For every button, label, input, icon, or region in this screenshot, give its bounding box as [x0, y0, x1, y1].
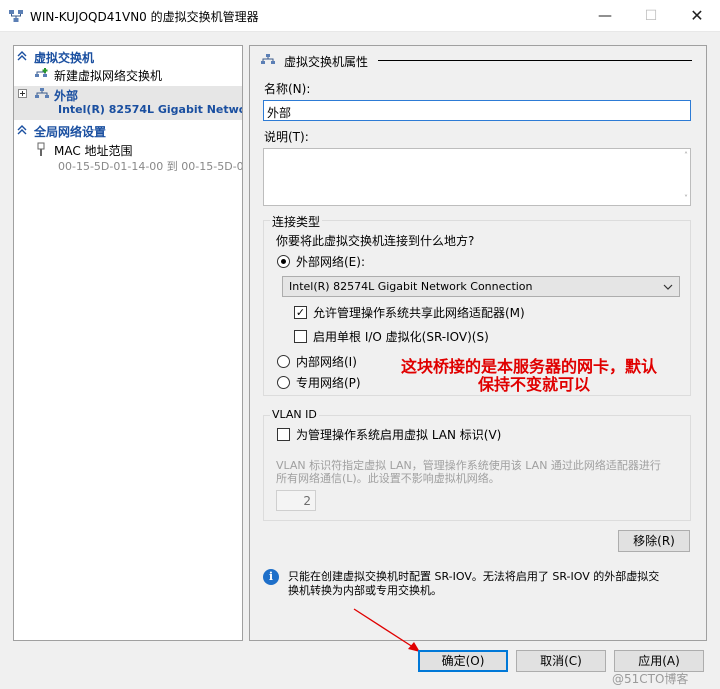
maximize-button[interactable]: ☐	[628, 0, 674, 32]
apply-button[interactable]: 应用(A)	[614, 650, 704, 672]
window-title: WIN-KUJOQD41VN0 的虚拟交换机管理器	[30, 10, 259, 24]
switch-tree[interactable]: 虚拟交换机 新建虚拟网络交换机 外部 Intel(R) 82574L Gigab…	[13, 45, 243, 641]
collapse-chevron-icon	[17, 51, 27, 61]
vlan-description-line-2: 所有网络通信(L)。此设置不影响虚拟机网络。	[276, 472, 500, 485]
tree-section-label: 全局网络设置	[34, 125, 107, 139]
new-switch-icon	[35, 68, 48, 77]
watermark: @51CTO博客	[612, 672, 689, 686]
network-switch-icon	[35, 88, 49, 98]
title-bar: WIN-KUJOQD41VN0 的虚拟交换机管理器 — ☐ ✕	[0, 0, 720, 32]
chevron-down-icon	[663, 284, 673, 290]
vlan-enable-label: 为管理操作系统启用虚拟 LAN 标识(V)	[296, 428, 502, 442]
annotation-line-1: 这块桥接的是本服务器的网卡，默认	[401, 357, 658, 376]
sriov-checkbox[interactable]	[294, 330, 307, 343]
tree-item-label: 新建虚拟网络交换机	[54, 69, 163, 83]
private-network-radio[interactable]	[277, 376, 290, 389]
properties-header: 虚拟交换机属性	[284, 55, 369, 69]
external-network-radio[interactable]	[277, 255, 290, 268]
sriov-label: 启用单根 I/O 虚拟化(SR-IOV)(S)	[313, 330, 489, 344]
header-rule	[378, 60, 692, 61]
remove-button[interactable]: 移除(R)	[618, 530, 690, 552]
external-network-label: 外部网络(E):	[296, 255, 365, 269]
adapter-dropdown-value: Intel(R) 82574L Gigabit Network Connecti…	[289, 280, 533, 293]
ok-button[interactable]: 确定(O)	[418, 650, 508, 672]
adapter-dropdown[interactable]: Intel(R) 82574L Gigabit Network Connecti…	[282, 276, 680, 297]
tree-item-new-switch[interactable]: 新建虚拟网络交换机	[14, 66, 242, 83]
minimize-button[interactable]: —	[582, 0, 628, 32]
collapse-chevron-icon	[17, 125, 27, 135]
network-cable-icon	[37, 142, 45, 156]
tree-item-sublabel: 00-15-5D-01-14-00 到 00-15-5D-0...	[58, 160, 242, 173]
cancel-button[interactable]: 取消(C)	[516, 650, 606, 672]
scroll-down-icon[interactable]: ˅	[684, 194, 688, 203]
name-label: 名称(N):	[264, 82, 311, 96]
vlan-enable-checkbox[interactable]	[277, 428, 290, 441]
description-input[interactable]: ˄ ˅	[263, 148, 691, 206]
internal-network-label: 内部网络(I)	[296, 355, 357, 369]
vlan-id-value: 2	[303, 494, 311, 508]
tree-section-global-settings[interactable]: 全局网络设置	[14, 122, 242, 139]
switch-properties-panel: 虚拟交换机属性 名称(N): 外部 说明(T): ˄ ˅ 连接类型 你要将此虚拟…	[249, 45, 707, 641]
tree-item-external-switch[interactable]: 外部	[14, 86, 242, 103]
private-network-label: 专用网络(P)	[296, 376, 361, 390]
vlan-title: VLAN ID	[270, 408, 319, 421]
name-input-value: 外部	[267, 106, 292, 120]
connection-type-label: 连接类型	[270, 213, 323, 230]
expand-plus-icon[interactable]	[18, 89, 27, 98]
connection-question: 你要将此虚拟交换机连接到什么地方?	[276, 234, 475, 248]
annotation-arrow-icon	[353, 608, 420, 652]
tree-item-sublabel: Intel(R) 82574L Gigabit Netwo...	[58, 103, 242, 116]
tree-item-mac-range[interactable]: MAC 地址范围	[14, 141, 242, 158]
allow-mgmt-checkbox[interactable]: ✓	[294, 306, 307, 319]
dialog-client-area: 虚拟交换机 新建虚拟网络交换机 外部 Intel(R) 82574L Gigab…	[0, 32, 720, 689]
description-label: 说明(T):	[264, 130, 309, 144]
internal-network-radio[interactable]	[277, 355, 290, 368]
tree-item-label: 外部	[54, 89, 79, 103]
tree-section-virtual-switches[interactable]: 虚拟交换机	[14, 48, 242, 65]
tree-item-external-adapter: Intel(R) 82574L Gigabit Netwo...	[14, 102, 242, 119]
network-switch-icon	[261, 54, 275, 64]
tree-item-label: MAC 地址范围	[54, 144, 133, 158]
info-icon: i	[263, 569, 279, 585]
annotation-line-2: 保持不变就可以	[478, 375, 591, 394]
tree-item-mac-value: 00-15-5D-01-14-00 到 00-15-5D-0...	[14, 157, 242, 174]
info-text-line-2: 换机转换为内部或专用交换机。	[288, 584, 442, 597]
vlan-id-input[interactable]: 2	[276, 490, 316, 511]
allow-mgmt-label: 允许管理操作系统共享此网络适配器(M)	[313, 306, 525, 320]
name-input[interactable]: 外部	[263, 100, 691, 121]
scroll-up-icon[interactable]: ˄	[684, 151, 688, 160]
virtual-switch-app-icon	[9, 10, 23, 22]
close-button[interactable]: ✕	[674, 0, 720, 32]
tree-section-label: 虚拟交换机	[34, 51, 95, 65]
